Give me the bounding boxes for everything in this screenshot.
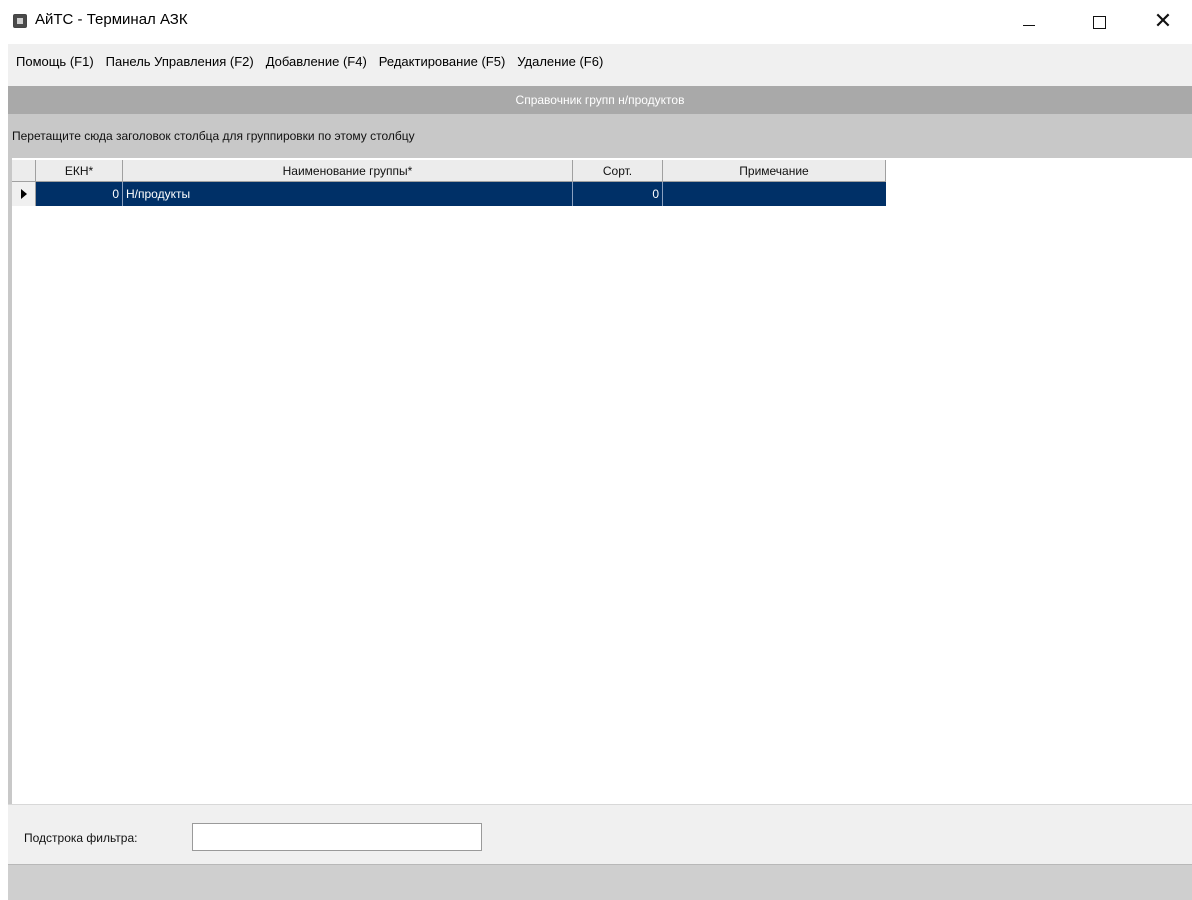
grid-header: ЕКН* Наименование группы* Сорт. Примечан… bbox=[12, 160, 886, 182]
grid-body[interactable] bbox=[12, 158, 1192, 804]
row-indicator[interactable] bbox=[12, 182, 36, 206]
cell-note[interactable] bbox=[663, 182, 886, 206]
filter-panel: Подстрока фильтра: bbox=[8, 804, 1192, 865]
minimize-icon bbox=[1023, 24, 1035, 26]
column-header-note[interactable]: Примечание bbox=[663, 160, 886, 182]
close-icon: ✕ bbox=[1153, 9, 1173, 34]
menu-bar: Помощь (F1) Панель Управления (F2) Добав… bbox=[8, 50, 1192, 72]
title-bar: АйТС - Терминал АЗК ✕ bbox=[0, 0, 1192, 44]
current-row-arrow-icon bbox=[20, 189, 27, 199]
window-title: АйТС - Терминал АЗК bbox=[35, 11, 188, 28]
reference-caption: Справочник групп н/продуктов bbox=[8, 86, 1192, 114]
maximize-icon bbox=[1092, 15, 1106, 29]
table-row[interactable]: 0 Н/продукты 0 bbox=[12, 182, 886, 206]
status-bar bbox=[8, 864, 1192, 900]
grid-panel: Перетащите сюда заголовок столбца для гр… bbox=[8, 114, 1192, 804]
group-by-hint[interactable]: Перетащите сюда заголовок столбца для гр… bbox=[8, 128, 1192, 144]
filter-label: Подстрока фильтра: bbox=[24, 831, 138, 845]
cell-group-name[interactable]: Н/продукты bbox=[123, 182, 573, 206]
cell-ekn[interactable]: 0 bbox=[36, 182, 123, 206]
menu-add[interactable]: Добавление (F4) bbox=[260, 54, 373, 69]
minimize-button[interactable] bbox=[1006, 6, 1052, 38]
column-header-ekn[interactable]: ЕКН* bbox=[36, 160, 123, 182]
menu-delete[interactable]: Удаление (F6) bbox=[511, 54, 609, 69]
cell-sort[interactable]: 0 bbox=[573, 182, 663, 206]
menu-edit[interactable]: Редактирование (F5) bbox=[373, 54, 511, 69]
column-header-sort[interactable]: Сорт. bbox=[573, 160, 663, 182]
column-header-group-name[interactable]: Наименование группы* bbox=[123, 160, 573, 182]
app-icon bbox=[13, 14, 27, 28]
maximize-button[interactable] bbox=[1076, 6, 1122, 38]
menu-help[interactable]: Помощь (F1) bbox=[8, 54, 100, 69]
filter-input[interactable] bbox=[192, 823, 482, 851]
menu-control-panel[interactable]: Панель Управления (F2) bbox=[100, 54, 260, 69]
close-button[interactable]: ✕ bbox=[1140, 6, 1186, 38]
header-indicator bbox=[12, 160, 36, 182]
